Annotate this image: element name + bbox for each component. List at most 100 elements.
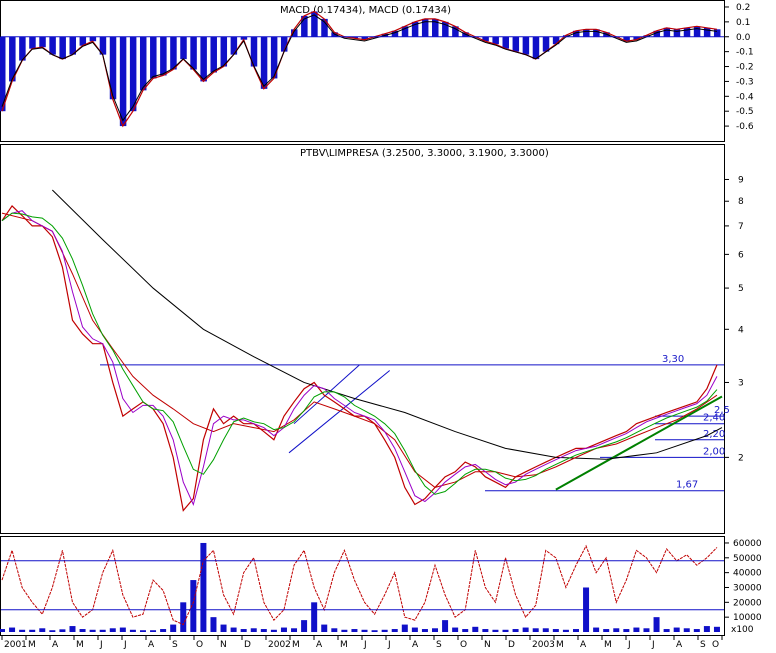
price-tick-label: 6 <box>738 250 744 260</box>
volume-tick-label: 50000 <box>733 554 762 564</box>
x-tick-label: O <box>196 640 203 649</box>
x-tick-label: A <box>580 640 587 649</box>
macd-tick-label: 0.1 <box>736 18 750 28</box>
volume-bar <box>0 629 5 632</box>
macd-tick-label: -0.1 <box>736 48 754 58</box>
volume-bar <box>280 627 287 632</box>
macd-tick-label: -0.5 <box>736 107 754 117</box>
macd-bar <box>663 27 671 37</box>
x-tick-label: A <box>316 640 323 649</box>
macd-bar <box>583 29 590 37</box>
volume-bar <box>502 629 509 632</box>
x-tick-label: J <box>651 640 655 649</box>
x-tick-label: M <box>76 640 84 649</box>
volume-bar <box>139 630 146 632</box>
volume-bar <box>653 617 660 632</box>
volume-bar <box>522 627 529 632</box>
macd-bar <box>170 36 177 70</box>
macd-tick-label: -0.2 <box>736 63 754 73</box>
volume-bar <box>593 627 600 632</box>
x-tick-label: A <box>676 640 683 649</box>
price-level-label: 2,00 <box>703 446 725 457</box>
macd-tick-label: -0.3 <box>736 77 754 87</box>
macd-bar <box>139 36 147 91</box>
volume-bar <box>361 629 368 632</box>
volume-bar <box>39 628 46 632</box>
volume-tick-label: 60000 <box>733 539 762 549</box>
volume-tick-label: 10000 <box>733 613 762 623</box>
volume-bar <box>129 629 136 632</box>
price-pane-frame <box>0 144 725 534</box>
volume-bar <box>552 629 559 632</box>
macd-bar <box>220 36 228 67</box>
volume-bar <box>442 620 449 632</box>
volume-bar <box>371 630 378 632</box>
volume-bar <box>119 627 126 632</box>
volume-bar <box>482 629 489 632</box>
macd-bar <box>210 36 217 73</box>
macd-bar <box>49 36 56 55</box>
technical-chart: MACD (0.17434), MACD (0.17434) PTBV\LIMP… <box>0 0 776 650</box>
macd-title: MACD (0.17434), MACD (0.17434) <box>280 5 451 16</box>
x-tick-label: M <box>340 640 348 649</box>
volume-tick-label: 20000 <box>733 598 762 608</box>
x-tick-label: 2002 <box>268 640 291 649</box>
volume-bar <box>109 628 116 632</box>
price-level-label: 1,67 <box>676 480 698 491</box>
macd-bar <box>119 36 127 127</box>
volume-bar <box>311 602 318 632</box>
macd-bar <box>180 36 187 60</box>
volume-bar <box>663 629 670 632</box>
macd-bar <box>502 36 509 49</box>
price-level-label: 3,30 <box>662 354 684 365</box>
volume-bar <box>391 629 398 632</box>
x-tick-label: J <box>123 640 127 649</box>
x-tick-label: D <box>244 640 251 649</box>
volume-bar <box>99 629 106 632</box>
macd-tick-label: -0.6 <box>736 122 754 132</box>
volume-bar <box>210 617 217 632</box>
volume-bar <box>542 628 549 632</box>
volume-bar <box>673 627 680 632</box>
macd-pane-frame <box>0 0 725 142</box>
macd-tick-label: -0.4 <box>736 92 754 102</box>
x-tick-label: J <box>627 640 631 649</box>
price-level-label: 2,20 <box>703 429 725 440</box>
volume-bar <box>331 628 338 632</box>
x-tick-label: M <box>292 640 300 649</box>
volume-bar <box>643 628 650 632</box>
macd-bar <box>89 36 97 42</box>
macd-bar <box>522 36 530 55</box>
volume-bar <box>29 629 36 632</box>
price-tick-label: 2 <box>738 453 744 463</box>
volume-bar <box>9 627 16 632</box>
price-tick-label: 3 <box>738 378 744 388</box>
volume-bar <box>19 629 26 632</box>
volume-bar <box>512 629 519 632</box>
volume-bar <box>200 542 207 632</box>
volume-bar <box>260 629 267 632</box>
volume-bar <box>411 627 418 632</box>
macd-bar <box>280 36 288 52</box>
volume-bar <box>291 628 298 632</box>
volume-bar <box>562 629 569 632</box>
x-tick-label: 2003 <box>532 640 555 649</box>
macd-bar <box>39 36 46 48</box>
x-tick-label: M <box>556 640 564 649</box>
x-tick-label: S <box>700 640 706 649</box>
volume-bar <box>270 629 277 632</box>
x-tick-label: S <box>172 640 178 649</box>
volume-bar <box>180 602 187 632</box>
x-tick-label: M <box>604 640 612 649</box>
volume-bar <box>703 626 710 632</box>
x-tick-label: A <box>52 640 59 649</box>
macd-bar <box>713 29 721 37</box>
volume-bar <box>452 627 459 632</box>
volume-bar <box>532 628 539 632</box>
volume-bar <box>150 630 157 632</box>
volume-bar <box>240 629 247 632</box>
x-tick-label: A <box>148 640 155 649</box>
volume-bar <box>633 627 640 632</box>
volume-bar <box>69 626 76 632</box>
volume-bar <box>230 627 237 632</box>
